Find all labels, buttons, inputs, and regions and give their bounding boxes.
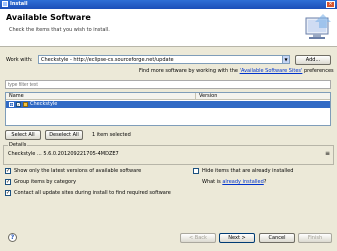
page-title: Available Software [6,13,91,22]
row-checkbox[interactable]: ✓ [16,102,21,107]
already-installed-hint: What is already installed? [202,179,266,185]
hide-installed-checkbox[interactable] [193,168,199,174]
row-label: Checkstyle [30,101,58,107]
group-by-category-label: Group items by category [14,179,77,185]
category-icon [23,102,28,107]
already-installed-suffix: ? [263,179,267,185]
next-button[interactable]: Next > [219,233,255,243]
cancel-button[interactable]: Cancel [259,233,295,243]
available-sites-link[interactable]: 'Available Software Sites' [240,68,303,74]
chevron-down-icon[interactable]: ▼ [282,56,289,63]
hide-installed-label: Hide items that are already installed [202,168,294,174]
filter-input[interactable] [5,80,331,89]
software-tree[interactable]: Name Version + ✓ Checkstyle [5,92,331,126]
work-with-combo[interactable]: Checkstyle - http://eclipse-cs.sourcefor… [38,55,290,64]
already-installed-link[interactable]: already installed [222,179,263,185]
selection-status: 1 item selected [92,132,131,138]
close-icon[interactable]: × [326,1,335,8]
deselect-all-button[interactable]: Deselect All [45,130,83,140]
more-software-text: Find more software by working with the [139,68,240,74]
app-icon [2,1,8,7]
group-by-category-checkbox[interactable]: ✓ [5,179,11,185]
already-installed-prefix: What is [202,179,223,185]
work-with-value: Checkstyle - http://eclipse-cs.sourcefor… [41,57,174,63]
latest-versions-checkbox[interactable]: ✓ [5,168,11,174]
contact-sites-label: Contact all update sites during install … [14,190,171,196]
column-version[interactable]: Version [196,93,330,100]
more-software-suffix: preferences [302,68,334,74]
select-all-button[interactable]: Select All [5,130,41,140]
wizard-header: Available Software Check the items that … [0,9,337,47]
details-scroll-icon[interactable]: ≡ [325,150,330,157]
expand-icon[interactable]: + [9,102,14,107]
column-name[interactable]: Name [6,93,196,100]
back-button[interactable]: < Back [180,233,216,243]
work-with-label: Work with: [6,57,33,63]
tree-row[interactable]: + ✓ Checkstyle [6,101,330,108]
finish-button[interactable]: Finish [298,233,332,243]
install-wizard-icon [305,14,331,39]
details-group: Details Checkstyle ... 5.6.0.20120922170… [3,142,334,165]
add-site-button[interactable]: Add... [295,55,331,65]
window-titlebar: Install × [0,0,337,9]
latest-versions-label: Show only the latest versions of availab… [14,168,142,174]
page-description: Check the items that you wish to install… [9,27,110,33]
details-legend: Details [8,142,28,148]
help-icon[interactable]: ? [8,233,17,242]
more-software-hint: Find more software by working with the '… [139,68,334,74]
window-title: Install [10,1,28,7]
contact-sites-checkbox[interactable]: ✓ [5,190,11,196]
details-text: Checkstyle ... 5.6.0.201209221705-4MDZE7 [8,151,119,157]
